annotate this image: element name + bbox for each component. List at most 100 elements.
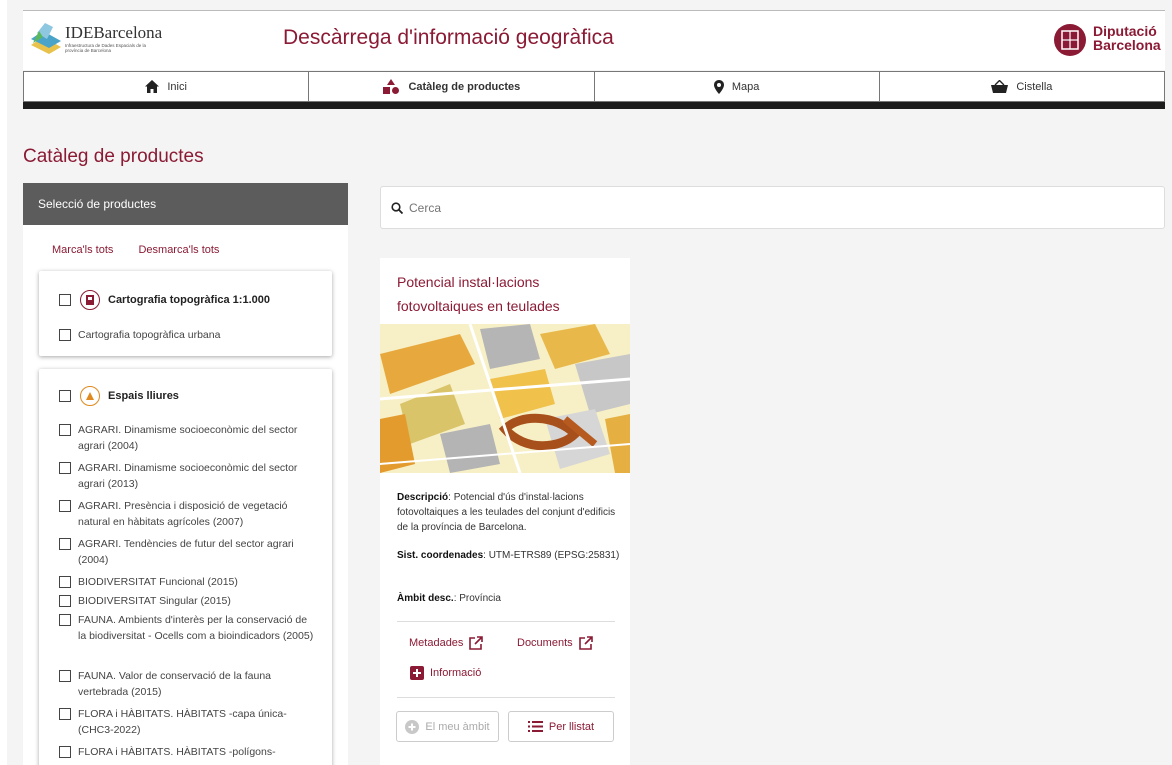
logo-subtitle: Infraestructura de Dades Espacials de la… <box>65 43 147 53</box>
item-checkbox[interactable] <box>59 424 71 436</box>
item-checkbox[interactable] <box>59 576 71 588</box>
list-item[interactable]: FLORA i HÀBITATS. HÀBITATS -polígons- <box>59 744 314 760</box>
group-header: Espais lliures <box>59 386 179 406</box>
product-card: Potencial instal·lacions fotovoltaiques … <box>380 258 630 765</box>
nav-item-cistella[interactable]: Cistella <box>880 72 1164 101</box>
item-label: FAUNA. Valor de conservació de la fauna … <box>78 670 271 698</box>
list-item[interactable]: AGRARI. Dinamisme socioeconòmic del sect… <box>59 422 314 454</box>
unmark-all-link[interactable]: Desmarca'ls tots <box>138 244 219 256</box>
item-label: AGRARI. Dinamisme socioeconòmic del sect… <box>78 424 298 452</box>
logo-brand: IDEBarcelona <box>65 23 163 42</box>
item-checkbox[interactable] <box>59 500 71 512</box>
list-item[interactable]: BIODIVERSITAT Funcional (2015) <box>59 574 314 590</box>
product-description: Descripció: Potencial d'ús d'instal·laci… <box>397 490 623 535</box>
item-label: Cartografia topogràfica urbana <box>78 329 221 341</box>
group-header: Cartografia topogràfica 1:1.000 <box>59 290 270 310</box>
list-item[interactable]: FAUNA. Ambients d'interès per la conserv… <box>59 612 314 644</box>
list-item[interactable]: Cartografia topogràfica urbana <box>59 327 314 343</box>
shapes-icon <box>383 79 400 94</box>
info-label: Informació <box>430 667 482 679</box>
nav-item-cataleg[interactable]: Catàleg de productes <box>309 72 595 101</box>
nav-label-inici: Inici <box>167 80 187 93</box>
nav-underline <box>23 102 1165 109</box>
product-selection-sidebar: Selecció de productes Marca'ls tots Desm… <box>23 183 348 765</box>
diputacio-emblem-icon <box>1054 24 1086 56</box>
by-list-button[interactable]: Per llistat <box>508 711 614 742</box>
nav-label-mapa: Mapa <box>731 80 760 93</box>
item-label: AGRARI. Presència i disposició de vegeta… <box>78 500 288 528</box>
site-title: Descàrrega d'informació geogràfica <box>283 26 614 49</box>
by-list-label: Per llistat <box>548 720 595 733</box>
divider <box>397 621 615 622</box>
page-title: Catàleg de productes <box>23 146 204 167</box>
metadata-label: Metadades <box>409 637 464 649</box>
crs-label: Sist. coordenades <box>397 550 484 561</box>
search-input[interactable] <box>409 200 709 215</box>
item-checkbox[interactable] <box>59 708 71 720</box>
external-link-icon <box>469 636 484 650</box>
list-item[interactable]: BIODIVERSITAT Singular (2015) <box>59 593 314 609</box>
list-item[interactable]: FLORA i HÀBITATS. HÀBITATS -capa única- … <box>59 706 314 738</box>
product-scope: Àmbit desc.: Província <box>397 591 623 606</box>
ide-logo-icon <box>31 23 61 54</box>
product-title[interactable]: Potencial instal·lacions fotovoltaiques … <box>397 270 617 318</box>
group-checkbox[interactable] <box>59 294 71 306</box>
divider <box>397 697 615 698</box>
item-checkbox[interactable] <box>59 329 71 341</box>
item-checkbox[interactable] <box>59 746 71 758</box>
crs-value: : UTM-ETRS89 (EPSG:25831) <box>483 550 620 561</box>
item-label: FLORA i HÀBITATS. HÀBITATS -capa única- … <box>78 708 287 736</box>
list-icon <box>527 721 543 732</box>
group-title: Cartografia topogràfica 1:1.000 <box>108 294 270 306</box>
item-label: BIODIVERSITAT Singular (2015) <box>78 595 231 607</box>
plus-square-icon <box>410 666 424 680</box>
nav-item-inici[interactable]: Inici <box>24 72 310 101</box>
item-checkbox[interactable] <box>59 538 71 550</box>
group-card-espais-lliures: Espais lliures AGRARI. Dinamisme socioec… <box>39 369 332 765</box>
documents-link[interactable]: Documents <box>517 636 593 650</box>
group-title: Espais lliures <box>108 390 179 402</box>
group-card-cartografia: Cartografia topogràfica 1:1.000 Cartogra… <box>39 271 332 356</box>
site-header: IDEBarcelona Infraestructura de Dades Es… <box>23 10 1165 70</box>
page: IDEBarcelona Infraestructura de Dades Es… <box>0 0 1172 765</box>
item-checkbox[interactable] <box>59 595 71 607</box>
search-icon <box>391 201 403 214</box>
item-label: AGRARI. Dinamisme socioeconòmic del sect… <box>78 462 298 490</box>
external-link-icon <box>578 636 593 650</box>
org-name-line1: Diputació <box>1093 23 1157 39</box>
product-crs: Sist. coordenades: UTM-ETRS89 (EPSG:2583… <box>397 548 623 563</box>
ide-barcelona-logo[interactable]: IDEBarcelona Infraestructura de Dades Es… <box>29 19 169 59</box>
list-item[interactable]: AGRARI. Dinamisme socioeconòmic del sect… <box>59 460 314 492</box>
product-thumbnail-map <box>380 324 630 473</box>
metadata-link[interactable]: Metadades <box>409 636 484 650</box>
open-spaces-icon <box>80 386 100 406</box>
nav-label-cataleg: Catàleg de productes <box>408 80 521 93</box>
item-label: FAUNA. Ambients d'interès per la conserv… <box>78 614 314 642</box>
nav-label-cistella: Cistella <box>1016 80 1053 93</box>
list-item[interactable]: AGRARI. Tendències de futur del sector a… <box>59 536 314 568</box>
info-link[interactable]: Informació <box>410 666 481 680</box>
diputacio-logo[interactable]: Diputació Barcelona <box>1053 23 1165 59</box>
my-area-button[interactable]: El meu àmbit <box>396 711 499 742</box>
search-box[interactable] <box>380 186 1165 229</box>
list-item[interactable]: FAUNA. Valor de conservació de la fauna … <box>59 668 314 700</box>
mark-all-link[interactable]: Marca'ls tots <box>52 244 113 256</box>
item-checkbox[interactable] <box>59 670 71 682</box>
group-checkbox[interactable] <box>59 390 71 402</box>
map-marker-icon <box>713 79 724 94</box>
scope-label: Àmbit desc. <box>397 593 454 604</box>
sidebar-header: Selecció de productes <box>23 183 348 225</box>
item-checkbox[interactable] <box>59 462 71 474</box>
nav-item-mapa[interactable]: Mapa <box>595 72 880 101</box>
my-area-label: El meu àmbit <box>425 720 490 733</box>
home-icon <box>145 80 160 93</box>
item-label: AGRARI. Tendències de futur del sector a… <box>78 538 294 566</box>
item-checkbox[interactable] <box>59 614 71 626</box>
cartography-icon <box>80 290 100 310</box>
main-nav: Inici Catàleg de productes Mapa Cistella <box>23 71 1165 102</box>
scope-value: : Província <box>453 593 501 604</box>
basket-icon <box>991 80 1009 93</box>
org-name-line2: Barcelona <box>1093 37 1161 53</box>
list-item[interactable]: AGRARI. Presència i disposició de vegeta… <box>59 498 314 530</box>
description-label: Descripció <box>397 492 449 503</box>
